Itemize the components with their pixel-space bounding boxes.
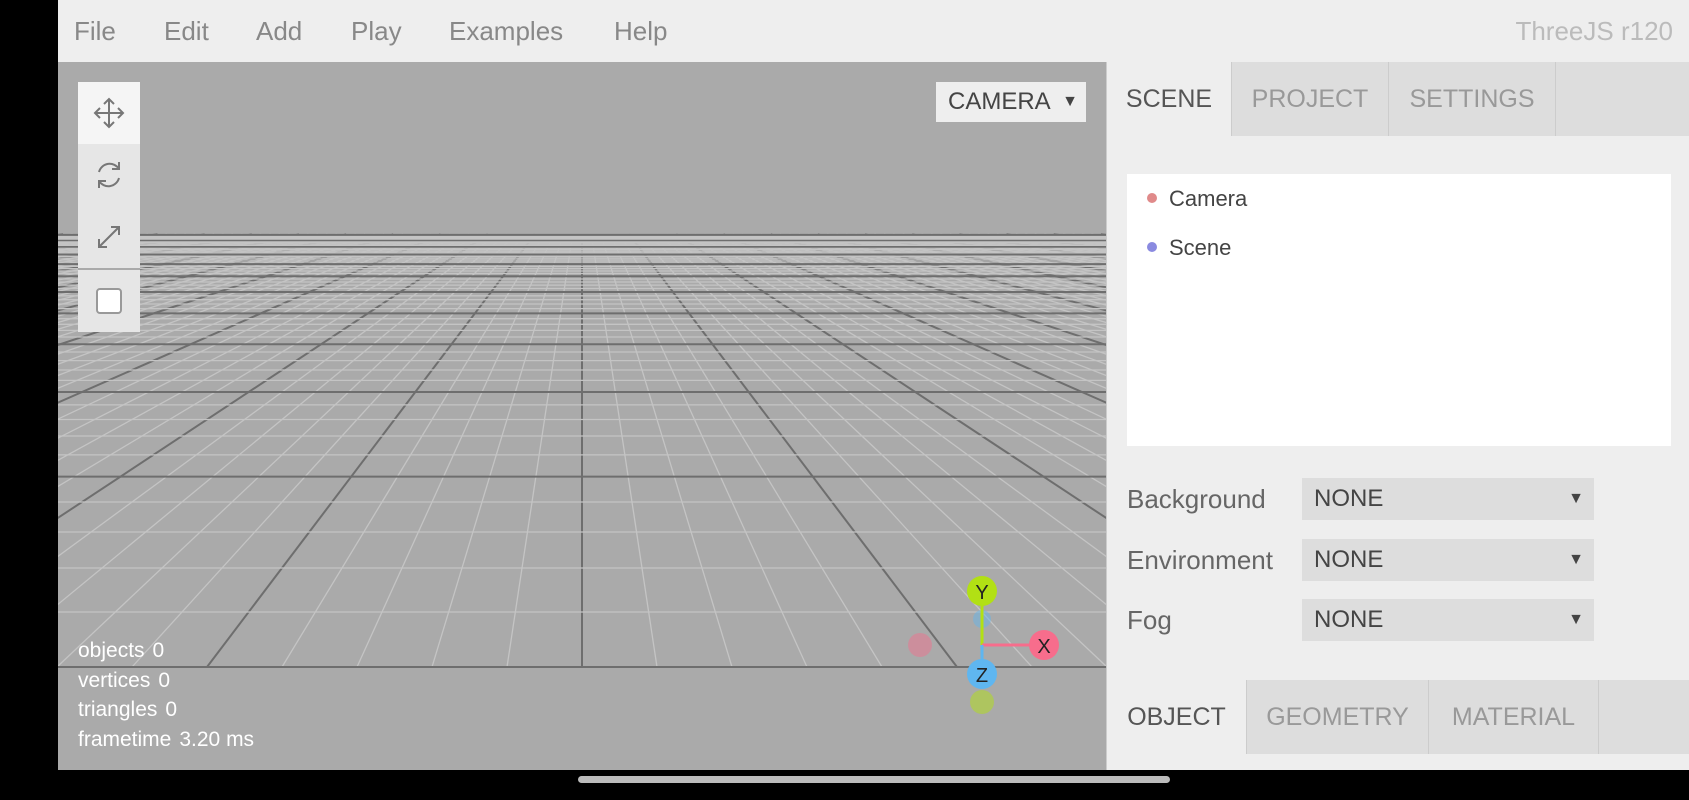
chevron-down-icon: ▼ xyxy=(1568,611,1584,628)
home-indicator[interactable] xyxy=(578,776,1170,783)
version-label: ThreeJS r120 xyxy=(1515,16,1673,46)
tab-settings[interactable]: SETTINGS xyxy=(1389,62,1556,136)
menu-add[interactable]: Add xyxy=(256,0,302,62)
menu-help[interactable]: Help xyxy=(614,0,667,62)
background-select-value: NONE xyxy=(1314,485,1384,512)
environment-select-value: NONE xyxy=(1314,546,1384,573)
tab-geometry[interactable]: GEOMETRY xyxy=(1247,680,1429,754)
menu-play[interactable]: Play xyxy=(351,0,402,62)
outliner-item-label: Camera xyxy=(1169,186,1248,211)
view-helper[interactable]: Y X Z xyxy=(58,62,1106,770)
menu-examples[interactable]: Examples xyxy=(449,0,563,62)
outliner-item-label: Scene xyxy=(1169,235,1232,260)
fog-select-value: NONE xyxy=(1314,606,1384,633)
tab-object[interactable]: OBJECT xyxy=(1107,680,1247,754)
menubar: File Edit Add Play Examples Help ThreeJS… xyxy=(58,0,1689,62)
tab-project[interactable]: PROJECT xyxy=(1232,62,1389,136)
environment-label: Environment xyxy=(1127,545,1273,575)
properties-tabs: OBJECT GEOMETRY MATERIAL xyxy=(1107,680,1689,754)
fog-select[interactable]: NONE ▼ xyxy=(1302,599,1594,641)
threejs-editor: File Edit Add Play Examples Help ThreeJS… xyxy=(58,0,1689,770)
x-axis-label: X xyxy=(1037,636,1050,658)
menu-edit[interactable]: Edit xyxy=(164,0,209,62)
y-axis-label: Y xyxy=(975,582,988,604)
chevron-down-icon: ▼ xyxy=(1568,490,1584,507)
background-label: Background xyxy=(1127,484,1266,514)
fog-label: Fog xyxy=(1127,605,1172,635)
camera-dot-icon xyxy=(1147,193,1157,204)
neg-x-handle[interactable] xyxy=(908,633,932,657)
z-axis-label: Z xyxy=(976,665,988,687)
outliner[interactable]: Camera Scene xyxy=(1127,174,1671,446)
menu-file[interactable]: File xyxy=(74,0,116,62)
tab-scene[interactable]: SCENE xyxy=(1107,62,1232,136)
background-select[interactable]: NONE ▼ xyxy=(1302,478,1594,520)
scene-dot-icon xyxy=(1147,242,1157,253)
outliner-item-scene[interactable]: Scene xyxy=(1147,235,1231,261)
tab-material[interactable]: MATERIAL xyxy=(1429,680,1599,754)
neg-y-handle[interactable] xyxy=(970,690,994,714)
outliner-item-camera[interactable]: Camera xyxy=(1147,186,1247,212)
sidebar: SCENE PROJECT SETTINGS Camera Scene Back… xyxy=(1106,62,1689,770)
scene-tabs: SCENE PROJECT SETTINGS xyxy=(1107,62,1689,136)
viewport[interactable]: CAMERA ▼ objects 0 vertices 0 triangles 0 f… xyxy=(58,62,1106,770)
chevron-down-icon: ▼ xyxy=(1568,551,1584,568)
environment-select[interactable]: NONE ▼ xyxy=(1302,539,1594,581)
